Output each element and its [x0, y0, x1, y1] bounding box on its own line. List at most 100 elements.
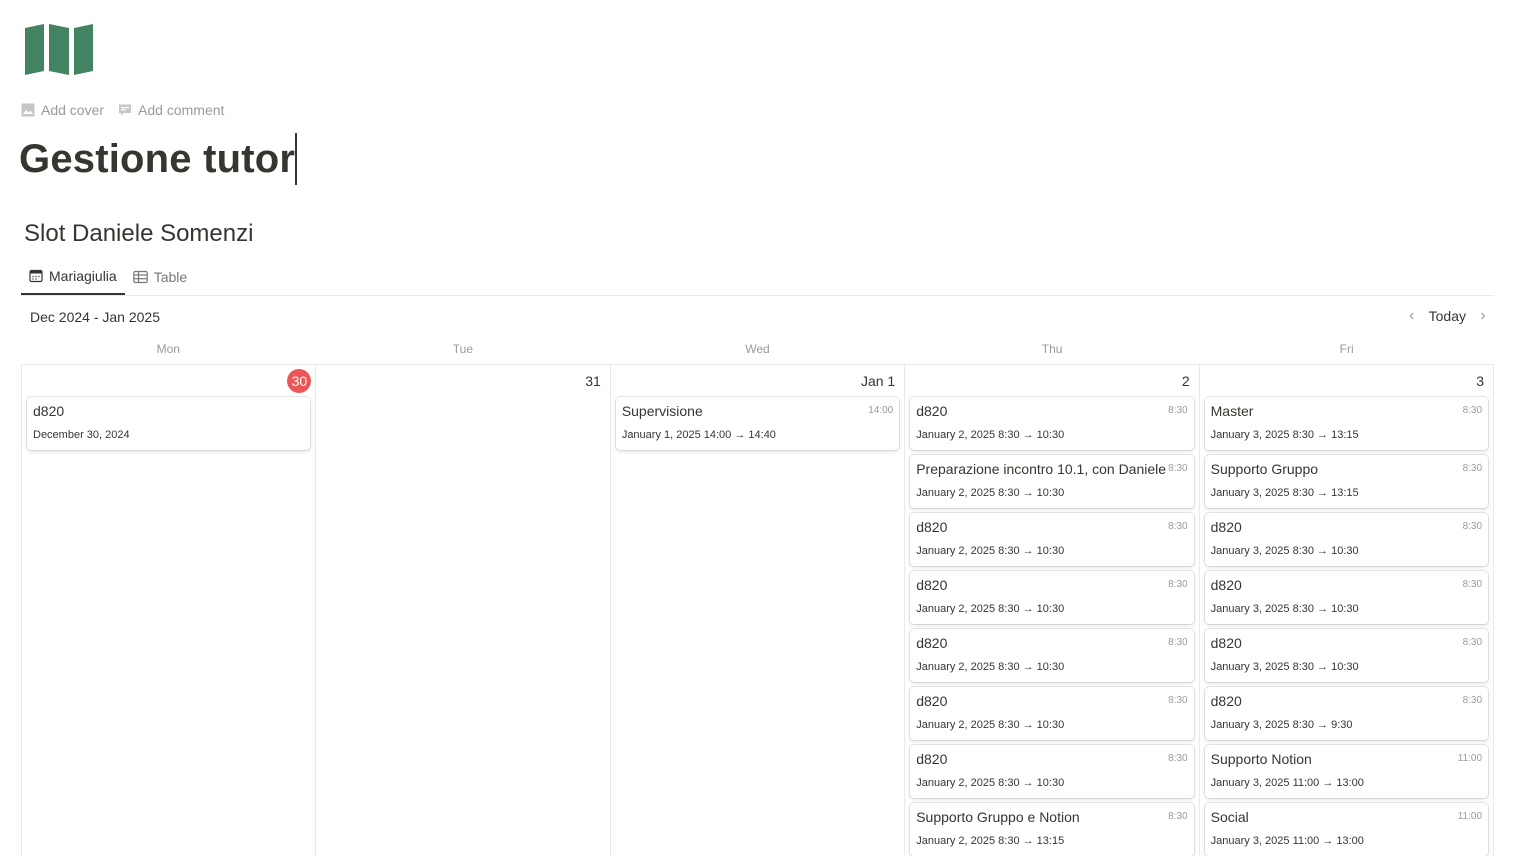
event-card[interactable]: Preparazione incontro 10.1, con Daniele 8…: [910, 455, 1194, 508]
event-title: Social: [1210, 809, 1249, 825]
calendar-nav: ‹ Today ›: [1405, 307, 1490, 325]
add-cover-button[interactable]: Add cover: [21, 102, 104, 118]
event-title: Master: [1210, 403, 1254, 419]
event-time: 8:30: [1168, 521, 1188, 532]
calendar-day[interactable]: 3 Master 8:30 January 3, 2025 8:30 → 13:15 S…: [1200, 365, 1495, 856]
calendar-day[interactable]: 31: [316, 365, 611, 856]
comment-icon: [119, 104, 132, 116]
event-date: January 2, 2025 8:30 → 10:30: [916, 487, 1065, 499]
event-card[interactable]: d820 8:30 January 2, 2025 8:30 → 10:30: [910, 571, 1194, 624]
event-title: d820: [1210, 635, 1242, 651]
event-title: d820: [916, 751, 948, 767]
event-time: 8:30: [1462, 637, 1483, 648]
event-date: January 3, 2025 11:00 → 13:00: [1210, 777, 1364, 789]
calendar-day[interactable]: 30 d820 December 30, 2024: [22, 365, 317, 856]
event-card[interactable]: d820 8:30 January 2, 2025 8:30 → 10:30: [910, 687, 1194, 740]
event-date: January 3, 2025 8:30 → 13:15: [1210, 429, 1359, 441]
database-title[interactable]: Slot Daniele Somenzi: [24, 220, 253, 248]
event-date: January 2, 2025 8:30 → 10:30: [916, 777, 1065, 789]
event-time: 8:30: [1168, 811, 1188, 822]
divider: [21, 295, 1494, 296]
event-time: 8:30: [1168, 753, 1188, 764]
event-date: December 30, 2024: [33, 429, 130, 441]
event-title: d820: [1210, 693, 1242, 709]
event-title: Supporto Notion: [1210, 751, 1312, 767]
event-date: January 2, 2025 8:30 → 10:30: [916, 429, 1065, 441]
add-comment-button[interactable]: Add comment: [118, 102, 224, 118]
event-time: 8:30: [1168, 637, 1188, 648]
event-card[interactable]: d820 8:30 January 2, 2025 8:30 → 10:30: [910, 745, 1194, 798]
weekday-label: Wed: [745, 342, 770, 356]
view-tabs: Mariagiulia Table: [21, 259, 195, 295]
today-button[interactable]: Today: [1429, 308, 1466, 324]
tab-mariagiulia[interactable]: Mariagiulia: [21, 259, 125, 295]
event-card[interactable]: Supporto Gruppo e Notion 8:30 January 2, 2…: [910, 803, 1194, 856]
event-card[interactable]: d820 8:30 January 2, 2025 8:30 → 10:30: [910, 629, 1194, 682]
event-title: Supporto Gruppo e Notion: [916, 809, 1080, 825]
event-time: 8:30: [1168, 463, 1188, 474]
event-time: 8:30: [1462, 579, 1483, 590]
calendar-icon: [29, 269, 43, 283]
day-number: 3: [1476, 373, 1485, 389]
table-icon: [132, 270, 148, 284]
event-title: d820: [916, 519, 948, 535]
day-number: 31: [585, 373, 601, 389]
event-card[interactable]: d820 8:30 January 2, 2025 8:30 → 10:30: [910, 397, 1194, 450]
event-date: January 2, 2025 8:30 → 10:30: [916, 661, 1065, 673]
event-time: 8:30: [1462, 521, 1483, 532]
event-title: d820: [33, 403, 65, 419]
event-card[interactable]: d820 8:30 January 2, 2025 8:30 → 10:30: [910, 513, 1194, 566]
event-time: 8:30: [1168, 579, 1188, 590]
event-time: 14:00: [868, 405, 894, 416]
weekday-header: Mon Tue Wed Thu Fri: [21, 342, 1494, 356]
page-actions: Add cover Add comment: [21, 102, 224, 118]
weekday-label: Fri: [1339, 342, 1354, 356]
event-date: January 2, 2025 8:30 → 10:30: [916, 545, 1065, 557]
chevron-left-icon[interactable]: ‹: [1405, 307, 1419, 325]
event-time: 8:30: [1168, 405, 1188, 416]
event-date: January 3, 2025 11:00 → 13:00: [1210, 835, 1364, 847]
event-title: Supporto Gruppo: [1210, 461, 1319, 477]
text-caret: [295, 133, 297, 185]
event-title: d820: [916, 577, 948, 593]
event-card[interactable]: d820 8:30 January 3, 2025 8:30 → 9:30: [1204, 687, 1489, 740]
event-date: January 2, 2025 8:30 → 10:30: [916, 603, 1065, 615]
event-date: January 3, 2025 8:30 → 10:30: [1210, 603, 1359, 615]
event-card[interactable]: Supervisione 14:00 January 1, 2025 14:00 →…: [615, 397, 900, 450]
event-card[interactable]: d820 December 30, 2024: [27, 397, 311, 450]
event-date: January 2, 2025 8:30 → 13:15: [916, 835, 1065, 847]
event-time: 8:30: [1168, 695, 1188, 706]
page-title[interactable]: Gestione tutor: [19, 133, 297, 185]
event-date: January 3, 2025 8:30 → 10:30: [1210, 661, 1359, 673]
event-card[interactable]: Supporto Gruppo 8:30 January 3, 2025 8:30 …: [1204, 455, 1489, 508]
calendar-day[interactable]: Jan 1 Supervisione 14:00 January 1, 2025 14…: [611, 365, 906, 856]
map-icon[interactable]: [24, 24, 94, 76]
tab-label: Mariagiulia: [49, 268, 117, 284]
image-icon: [21, 103, 35, 117]
event-time: 8:30: [1462, 463, 1483, 474]
event-card[interactable]: Social 11:00 January 3, 2025 11:00 → 13:00: [1204, 803, 1489, 856]
event-card[interactable]: d820 8:30 January 3, 2025 8:30 → 10:30: [1204, 629, 1489, 682]
event-card[interactable]: Master 8:30 January 3, 2025 8:30 → 13:15: [1204, 397, 1489, 450]
event-title: d820: [916, 635, 948, 651]
add-cover-label: Add cover: [41, 102, 105, 118]
event-date: January 3, 2025 8:30 → 9:30: [1210, 719, 1353, 731]
date-range: Dec 2024 - Jan 2025: [30, 309, 160, 325]
day-number: 2: [1181, 373, 1190, 389]
calendar-day[interactable]: 2 d820 8:30 January 2, 2025 8:30 → 10:30 Pre…: [905, 365, 1200, 856]
event-card[interactable]: d820 8:30 January 3, 2025 8:30 → 10:30: [1204, 513, 1489, 566]
event-title: Supervisione: [621, 403, 703, 419]
event-title: Preparazione incontro 10.1, con Daniele: [916, 461, 1167, 477]
add-comment-label: Add comment: [138, 102, 225, 118]
event-card[interactable]: d820 8:30 January 3, 2025 8:30 → 10:30: [1204, 571, 1489, 624]
tab-table[interactable]: Table: [125, 259, 195, 295]
tab-label: Table: [153, 269, 188, 285]
event-time: 8:30: [1462, 405, 1483, 416]
chevron-right-icon[interactable]: ›: [1476, 307, 1490, 325]
event-time: 11:00: [1457, 753, 1483, 764]
event-time: 11:00: [1457, 811, 1483, 822]
weekday-label: Thu: [1041, 342, 1063, 356]
event-card[interactable]: Supporto Notion 11:00 January 3, 2025 11:0…: [1204, 745, 1489, 798]
event-date: January 3, 2025 8:30 → 13:15: [1210, 487, 1359, 499]
day-number: 30: [27, 365, 312, 397]
